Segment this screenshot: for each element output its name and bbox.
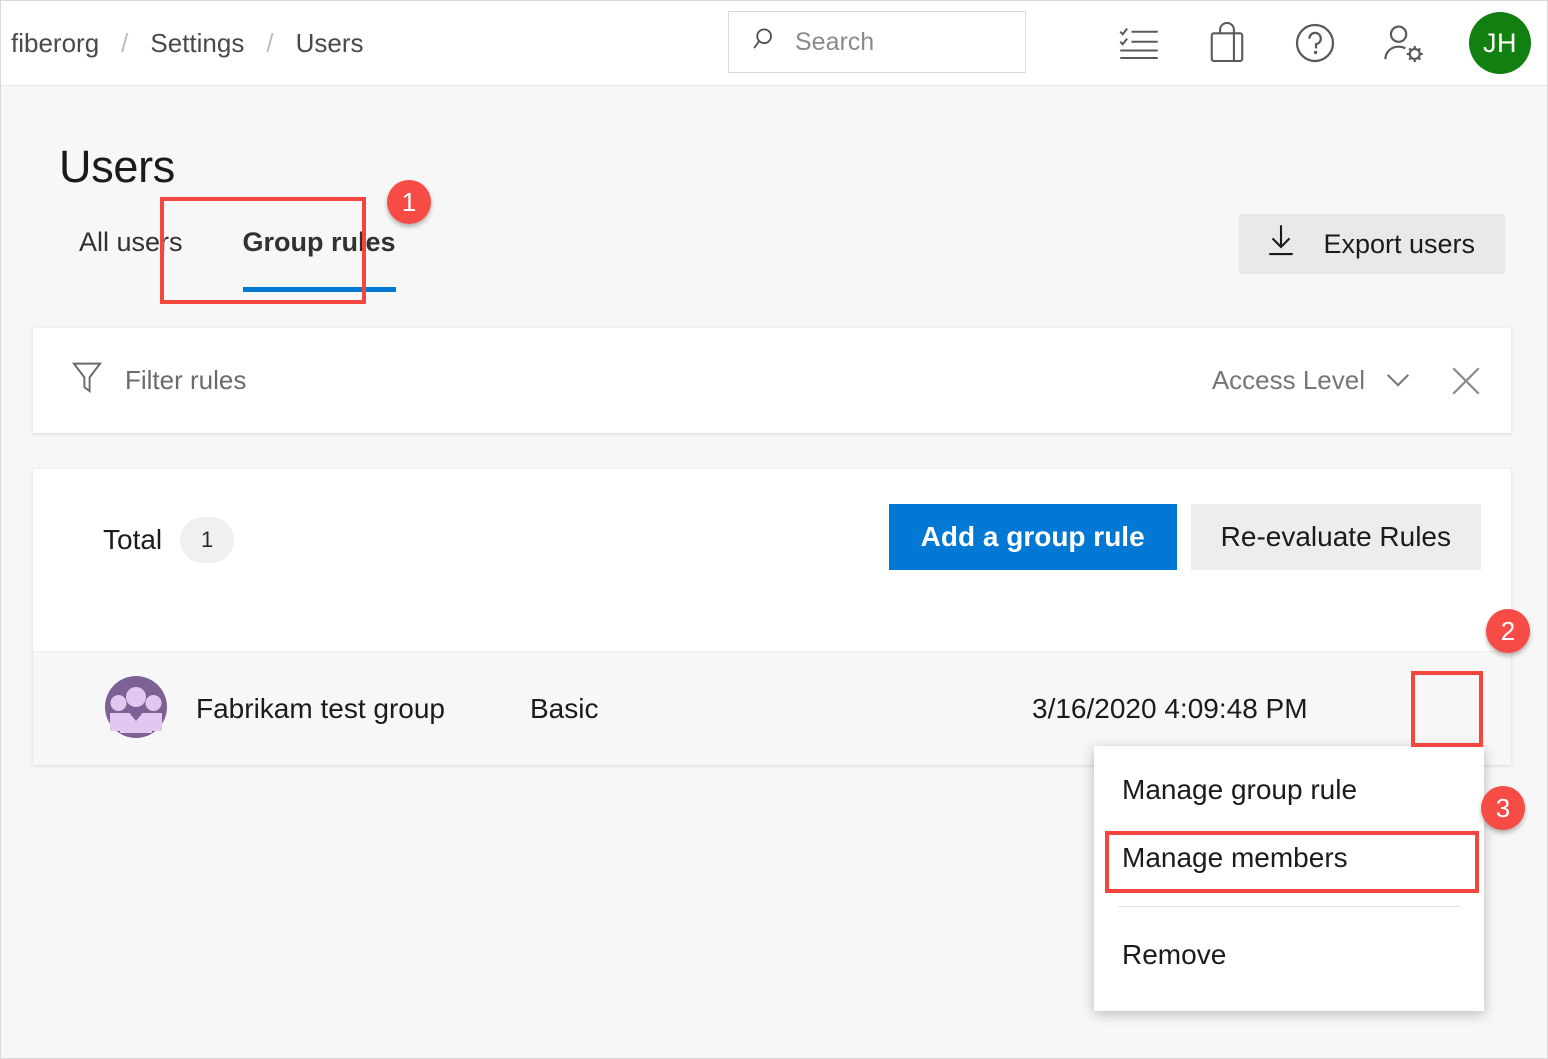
page-title: Users <box>59 141 176 192</box>
filter-right-controls: Access Level <box>1212 328 1487 433</box>
tab-all-users-label: All users <box>79 227 183 257</box>
tab-all-users[interactable]: All users <box>49 217 213 266</box>
filter-rules-control[interactable]: Filter rules <box>71 328 246 433</box>
menu-item-manage-members[interactable]: Manage members <box>1094 824 1484 892</box>
export-users-button[interactable]: Export users <box>1239 214 1505 274</box>
tab-group-rules[interactable]: Group rules <box>213 217 426 292</box>
row-cell-name: Fabrikam test group <box>196 693 445 724</box>
filter-bar: Filter rules Access Level <box>33 328 1511 433</box>
search-icon <box>751 25 781 60</box>
menu-item-remove[interactable]: Remove <box>1094 921 1484 989</box>
export-users-label: Export users <box>1323 228 1475 259</box>
breadcrumb-item-org[interactable]: fiberorg <box>1 28 117 59</box>
user-avatar[interactable]: JH <box>1469 12 1531 74</box>
access-level-dropdown-label: Access Level <box>1211 365 1365 395</box>
annotation-badge-2: 2 <box>1486 609 1530 653</box>
group-avatar <box>105 676 167 738</box>
group-rules-card: Total 1 Add a group rule Re-evaluate Rul… <box>33 469 1511 765</box>
help-icon[interactable] <box>1293 21 1337 65</box>
row-cell-access-level: Basic <box>530 693 599 724</box>
menu-item-manage-group-rule[interactable]: Manage group rule <box>1094 756 1484 824</box>
total-label: Total <box>103 524 163 555</box>
top-navigation-bar: fiberorg / Settings / Users Search JH <box>1 1 1547 86</box>
re-evaluate-rules-button[interactable]: Re-evaluate Rules <box>1190 504 1481 570</box>
tab-list: All users Group rules <box>49 217 426 292</box>
annotation-badge-1: 1 <box>387 180 431 224</box>
app-window: fiberorg / Settings / Users Search JH Us… <box>0 0 1548 1059</box>
list-action-buttons: Add a group rule Re-evaluate Rules <box>888 504 1481 570</box>
menu-divider <box>1118 906 1460 907</box>
search-input[interactable]: Search <box>728 11 1026 73</box>
tab-group-rules-label: Group rules <box>242 227 396 257</box>
chevron-down-icon <box>1385 365 1411 396</box>
breadcrumb-item-users[interactable]: Users <box>278 28 382 59</box>
annotation-badge-3: 3 <box>1481 786 1525 830</box>
top-bar-icon-group: JH <box>1117 1 1531 85</box>
breadcrumb-item-settings[interactable]: Settings <box>132 28 262 59</box>
user-settings-icon[interactable] <box>1381 21 1425 65</box>
tab-active-underline <box>242 287 396 292</box>
total-summary: Total 1 <box>103 517 235 563</box>
filter-rules-label: Filter rules <box>125 365 247 395</box>
breadcrumb: fiberorg / Settings / Users <box>1 1 382 85</box>
breadcrumb-separator: / <box>121 27 129 58</box>
breadcrumb-separator: / <box>266 27 274 58</box>
search-placeholder: Search <box>795 27 875 56</box>
checklist-icon[interactable] <box>1117 21 1161 65</box>
row-context-menu: Manage group rule Manage members Remove <box>1094 746 1484 1011</box>
total-count-badge: 1 <box>180 517 235 563</box>
download-icon <box>1265 224 1297 265</box>
filter-funnel-icon <box>71 361 103 400</box>
clear-filter-button[interactable] <box>1445 360 1487 402</box>
add-group-rule-button[interactable]: Add a group rule <box>888 504 1177 570</box>
marketplace-bag-icon[interactable] <box>1205 21 1249 65</box>
access-level-dropdown[interactable]: Access Level <box>1212 365 1411 396</box>
